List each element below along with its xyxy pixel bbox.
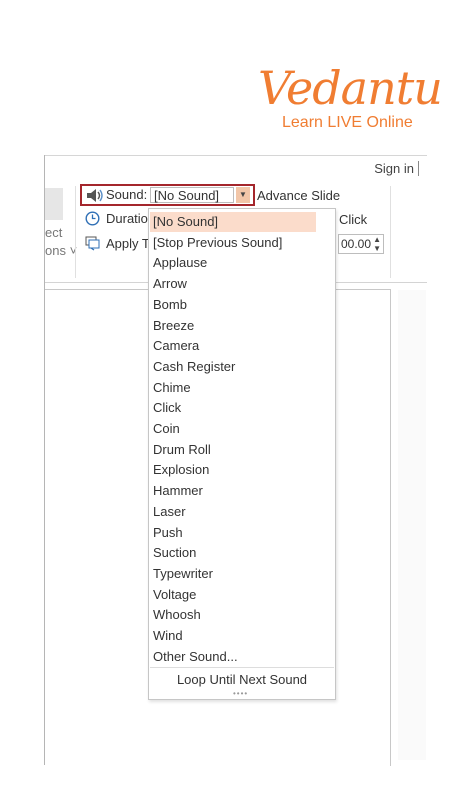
sound-option[interactable]: Arrow	[150, 274, 316, 294]
clock-icon	[85, 211, 100, 226]
sound-dropdown-list: [No Sound] [Stop Previous Sound] Applause A…	[148, 208, 336, 700]
sound-select[interactable]: [No Sound]	[150, 187, 234, 203]
duration-label: Duratio	[106, 211, 148, 226]
sound-option[interactable]: Drum Roll	[150, 440, 316, 460]
sound-option[interactable]: Cash Register	[150, 357, 316, 377]
sound-control: Sound: [No Sound] ▼	[80, 184, 255, 206]
sound-option[interactable]: Wind	[150, 626, 316, 646]
title-bar: Sign in	[45, 155, 427, 183]
sound-option[interactable]: [Stop Previous Sound]	[150, 233, 316, 253]
effect-options-button[interactable]	[45, 188, 63, 220]
after-time-spinner[interactable]: 00.00 ▲ ▼	[338, 234, 384, 254]
chevron-down-icon: ▼	[239, 190, 247, 199]
vedantu-logo: Vedantu Learn LIVE Online	[258, 62, 443, 142]
sound-option[interactable]: Typewriter	[150, 564, 316, 584]
effect-options-label-line1: ect	[45, 225, 63, 240]
sound-label: Sound:	[106, 187, 148, 202]
sound-option[interactable]: Camera	[150, 336, 316, 356]
sound-option[interactable]: Other Sound...	[150, 647, 316, 667]
logo-name: Vedantu	[258, 61, 443, 115]
sound-option[interactable]: Suction	[150, 543, 316, 563]
sound-option[interactable]: Hammer	[150, 481, 316, 501]
sound-option[interactable]: [No Sound]	[150, 212, 316, 232]
sound-dropdown-button[interactable]: ▼	[236, 187, 250, 203]
sound-option[interactable]: Explosion	[150, 460, 316, 480]
sound-option[interactable]: Chime	[150, 378, 316, 398]
spinner-arrows-icon[interactable]: ▲ ▼	[373, 235, 381, 253]
resize-grip-icon[interactable]: ••••	[233, 690, 253, 698]
after-time-value: 00.00	[341, 237, 372, 251]
apply-to-all-label: Apply T	[106, 236, 150, 251]
logo-tagline: Learn LIVE Online	[282, 114, 413, 131]
effect-options-label[interactable]: ect ons ˅	[45, 224, 77, 260]
sound-option[interactable]: Click	[150, 398, 316, 418]
sound-option[interactable]: Coin	[150, 419, 316, 439]
sign-in-link[interactable]: Sign in	[374, 161, 419, 176]
dropdown-divider	[150, 667, 334, 668]
loop-until-next-sound-option[interactable]: Loop Until Next Sound	[149, 669, 335, 691]
sound-option[interactable]: Laser	[150, 502, 316, 522]
on-mouse-click-label: Click	[339, 212, 368, 227]
sound-option[interactable]: Breeze	[150, 316, 316, 336]
effect-options-label-line2: ons ˅	[45, 243, 78, 258]
sound-option[interactable]: Voltage	[150, 585, 316, 605]
sound-option[interactable]: Applause	[150, 253, 316, 273]
ribbon-separator	[75, 186, 76, 278]
sound-option[interactable]: Whoosh	[150, 605, 316, 625]
sound-option[interactable]: Push	[150, 523, 316, 543]
speaker-icon	[87, 189, 103, 202]
ribbon-separator	[390, 186, 391, 278]
sound-option[interactable]: Bomb	[150, 295, 316, 315]
advance-slide-label: Advance Slide	[257, 188, 341, 203]
apply-to-all-icon	[85, 236, 100, 251]
